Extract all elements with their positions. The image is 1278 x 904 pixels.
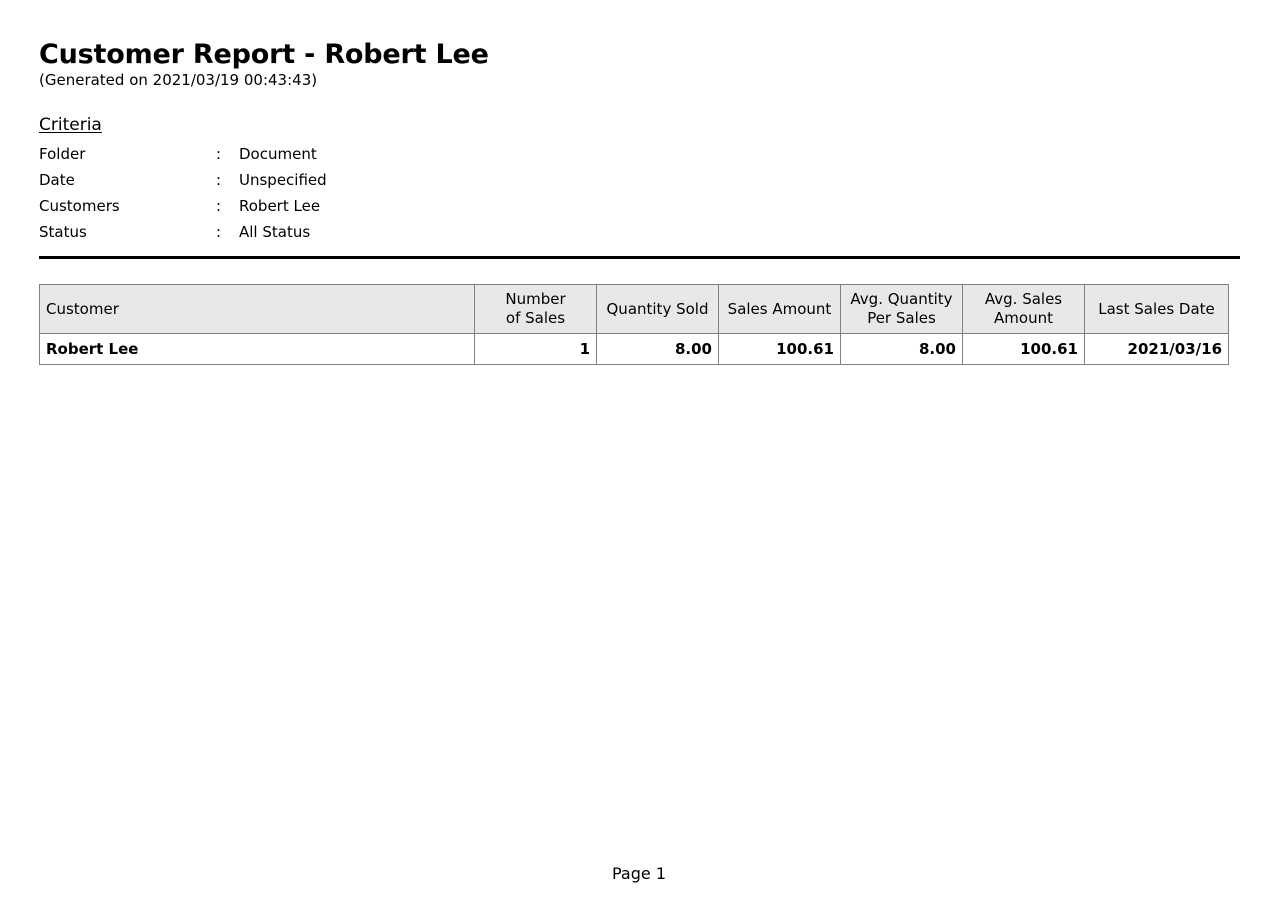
cell-avg-sales-amount: 100.61 [962,333,1085,365]
cell-number-of-sales: 1 [474,333,597,365]
column-header-avg-quantity-per-sales-line1: Avg. Quantity [850,290,953,308]
generated-timestamp: (Generated on 2021/03/19 00:43:43) [39,71,318,89]
criteria-row-status: Status : All Status [39,219,327,245]
criteria-label-folder: Folder [39,145,86,163]
criteria-label-date: Date [39,171,75,189]
section-divider [39,256,1240,259]
column-header-avg-quantity-per-sales: Avg. Quantity Per Sales [840,284,963,334]
cell-last-sales-date: 2021/03/16 [1084,333,1229,365]
column-header-avg-sales-amount-line1: Avg. Sales [984,290,1063,308]
column-header-sales-amount: Sales Amount [718,284,841,334]
column-header-quantity-sold-line1: Quantity Sold [606,299,709,318]
column-header-quantity-sold: Quantity Sold [596,284,719,334]
page-number-footer: Page 1 [612,864,666,883]
criteria-separator-folder: : [216,145,222,163]
criteria-label-customers: Customers [39,197,120,215]
page-title: Customer Report - Robert Lee [39,39,489,70]
cell-avg-quantity-per-sales: 8.00 [840,333,963,365]
criteria-heading: Criteria [39,115,102,135]
criteria-table: Folder : Document Date : Unspecified Cus… [39,141,327,245]
criteria-label-status: Status [39,223,87,241]
cell-sales-amount: 100.61 [718,333,841,365]
criteria-value-status: All Status [239,223,311,241]
criteria-value-date: Unspecified [239,171,327,189]
column-header-number-of-sales-line1: Number [505,290,566,308]
sales-summary-table: Customer Number of Sales Quantity Sold S… [39,284,1229,365]
criteria-separator-customers: : [216,197,222,215]
column-header-avg-sales-amount-line2: Amount [994,309,1053,327]
column-header-number-of-sales-line2: of Sales [505,309,566,327]
criteria-separator-date: : [216,171,222,189]
cell-customer: Robert Lee [39,333,475,365]
column-header-last-sales-date: Last Sales Date [1084,284,1229,334]
report-page: Customer Report - Robert Lee (Generated … [0,0,1278,904]
criteria-value-customers: Robert Lee [239,197,321,215]
column-header-customer: Customer [39,284,475,334]
column-header-avg-sales-amount: Avg. Sales Amount [962,284,1085,334]
criteria-separator-status: : [216,223,222,241]
criteria-row-customers: Customers : Robert Lee [39,193,327,219]
table-header-row: Customer Number of Sales Quantity Sold S… [39,284,1229,334]
column-header-customer-line1: Customer [46,299,119,318]
criteria-row-folder: Folder : Document [39,141,327,167]
cell-quantity-sold: 8.00 [596,333,719,365]
column-header-number-of-sales: Number of Sales [474,284,597,334]
criteria-value-folder: Document [239,145,317,163]
column-header-avg-quantity-per-sales-line2: Per Sales [867,309,936,327]
table-row: Robert Lee 1 8.00 100.61 8.00 100.61 202… [39,333,1229,365]
column-header-sales-amount-line1: Sales Amount [727,299,832,318]
column-header-last-sales-date-line1: Last Sales Date [1098,299,1215,318]
criteria-row-date: Date : Unspecified [39,167,327,193]
